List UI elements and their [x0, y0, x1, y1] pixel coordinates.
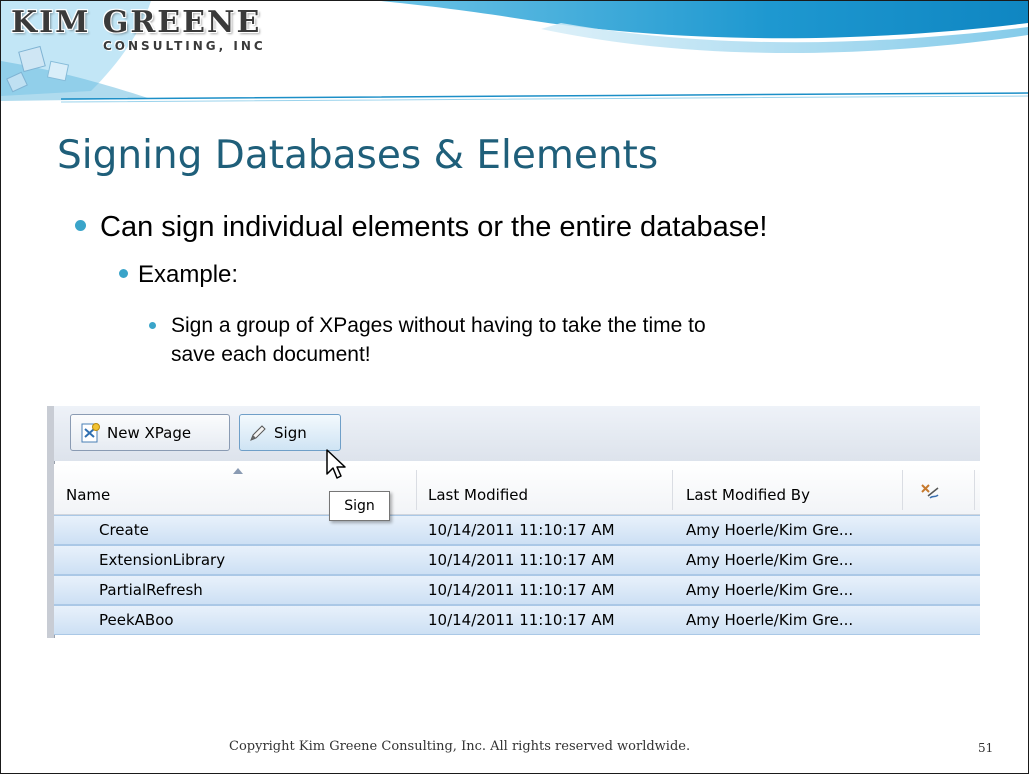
- column-header-last-modified[interactable]: Last Modified: [428, 486, 528, 504]
- logo-text: KIM GREENE: [11, 5, 262, 40]
- bullet-dot-icon: [119, 269, 128, 279]
- new-xpage-label: New XPage: [107, 423, 192, 442]
- sort-arrow-icon: [233, 468, 243, 474]
- row-last-modified-by: Amy Hoerle/Kim Gre...: [686, 581, 854, 599]
- bullet-level3-text: Sign a group of XPages without having to…: [171, 314, 706, 366]
- bullet-level1-text: Can sign individual elements or the enti…: [100, 211, 768, 243]
- page-number: 51: [978, 741, 994, 755]
- mouse-pointer-icon: [326, 449, 346, 479]
- bullet-dot-icon: [149, 322, 156, 329]
- table-row[interactable]: PartialRefresh 10/14/2011 11:10:17 AM Am…: [54, 575, 980, 605]
- column-header-name[interactable]: Name: [66, 486, 110, 504]
- row-name: Create: [99, 521, 149, 539]
- pen-icon: [250, 424, 266, 441]
- table-row[interactable]: Create 10/14/2011 11:10:17 AM Amy Hoerle…: [54, 515, 980, 545]
- bullet-dot-icon: [75, 220, 86, 232]
- row-last-modified-by: Amy Hoerle/Kim Gre...: [686, 521, 854, 539]
- row-name: PartialRefresh: [99, 581, 203, 599]
- designer-screenshot: New XPage Sign Name Last Modified Last M…: [47, 406, 980, 638]
- new-xpage-button[interactable]: New XPage: [70, 414, 230, 451]
- bullet-level2-text: Example:: [138, 261, 239, 288]
- bullet-level3: Sign a group of XPages without having to…: [149, 311, 709, 369]
- table-row[interactable]: ExtensionLibrary 10/14/2011 11:10:17 AM …: [54, 545, 980, 575]
- table-row[interactable]: PeekABoo 10/14/2011 11:10:17 AM Amy Hoer…: [54, 605, 980, 635]
- column-divider[interactable]: [672, 470, 673, 510]
- row-last-modified-by: Amy Hoerle/Kim Gre...: [686, 611, 854, 629]
- row-name: PeekABoo: [99, 611, 174, 629]
- row-last-modified: 10/14/2011 11:10:17 AM: [428, 581, 615, 599]
- xpages-toolbar: New XPage Sign: [54, 406, 980, 461]
- signature-column-icon[interactable]: [920, 482, 940, 500]
- footer-copyright: Copyright Kim Greene Consulting, Inc. Al…: [229, 739, 691, 754]
- row-last-modified: 10/14/2011 11:10:17 AM: [428, 551, 615, 569]
- sign-tooltip: Sign: [329, 491, 390, 521]
- sign-button[interactable]: Sign: [239, 414, 341, 451]
- row-name: ExtensionLibrary: [99, 551, 226, 569]
- slide: KIM GREENE CONSULTING, INC Signing Datab…: [0, 0, 1029, 774]
- column-header-row: Name Last Modified Last Modified By: [54, 464, 980, 515]
- row-last-modified: 10/14/2011 11:10:17 AM: [428, 611, 615, 629]
- bullet-level1: Can sign individual elements or the enti…: [75, 211, 767, 244]
- column-divider[interactable]: [902, 470, 903, 510]
- column-header-last-modified-by[interactable]: Last Modified By: [686, 486, 810, 504]
- tooltip-text: Sign: [344, 498, 375, 514]
- row-last-modified-by: Amy Hoerle/Kim Gre...: [686, 551, 854, 569]
- slide-title: Signing Databases & Elements: [57, 133, 659, 178]
- sign-label: Sign: [274, 423, 307, 442]
- logo-subtext: CONSULTING, INC: [103, 39, 266, 53]
- column-divider[interactable]: [974, 470, 975, 510]
- xpage-icon: [81, 422, 100, 442]
- row-last-modified: 10/14/2011 11:10:17 AM: [428, 521, 615, 539]
- column-divider[interactable]: [416, 470, 417, 510]
- bullet-level2: Example:: [119, 261, 238, 289]
